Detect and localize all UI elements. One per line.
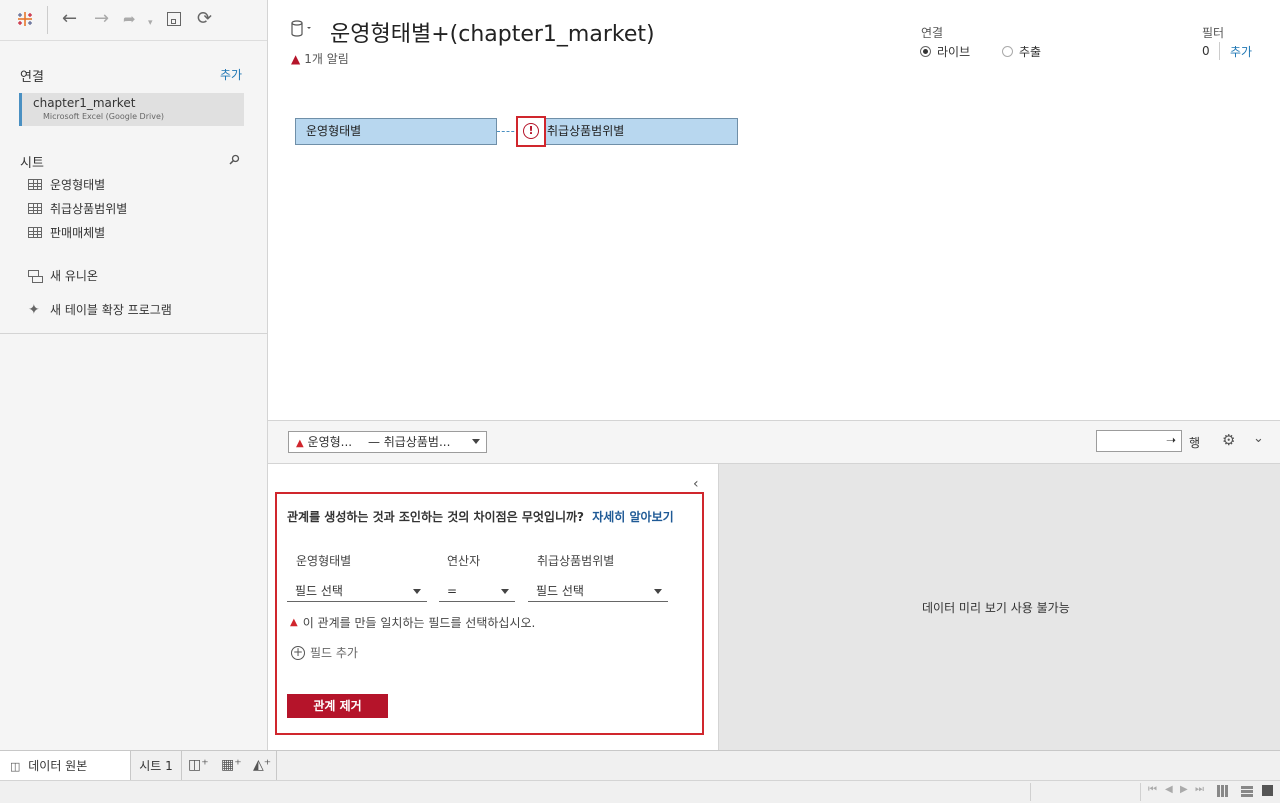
- right-field-header: 취급상품범위별: [537, 554, 615, 568]
- bottom-tab-bar: ◫ 데이터 원본 시트 1 ◫⁺ ▦⁺ ◭⁺: [0, 750, 1280, 781]
- warning-triangle-icon: ▲: [296, 438, 304, 449]
- validation-warning: ▲ 이 관계를 만들 일치하는 필드를 선택하십시오.: [290, 616, 536, 630]
- new-story-icon[interactable]: ◭⁺: [253, 757, 271, 773]
- first-page-icon[interactable]: ⏮: [1148, 784, 1157, 795]
- arrow-right-icon: ➝: [1165, 433, 1176, 447]
- add-field-button[interactable]: + 필드 추가: [291, 644, 358, 661]
- refresh-icon[interactable]: ⟳: [197, 9, 212, 29]
- redirect-icon[interactable]: ➦: [123, 9, 136, 29]
- relation-warning-icon[interactable]: !: [516, 116, 546, 147]
- rows-label: 행: [1189, 436, 1201, 450]
- table-right[interactable]: 취급상품범위별: [537, 118, 738, 145]
- connection-type-label: 연결: [921, 26, 944, 40]
- warning-triangle-icon: ▲: [290, 617, 298, 628]
- new-union-item[interactable]: 새 유니온: [28, 267, 98, 284]
- sidebar: ← → ➦ ▾ ⟳ 연결 추가 chapter1_market Microsof…: [0, 0, 268, 750]
- last-page-icon[interactable]: ⏭: [1195, 784, 1204, 795]
- chevron-down-icon: [413, 589, 421, 594]
- data-preview-panel: 데이터 미리 보기 사용 불가능: [719, 464, 1280, 750]
- collapse-panel-icon[interactable]: ‹: [693, 476, 699, 492]
- rows-input[interactable]: ➝: [1096, 430, 1182, 452]
- new-dashboard-icon[interactable]: ▦⁺: [221, 757, 242, 773]
- left-field-select[interactable]: 필드 선택: [287, 580, 427, 602]
- save-icon[interactable]: [167, 12, 181, 26]
- table-icon: [28, 179, 42, 190]
- radio-selected-icon: [920, 46, 931, 57]
- relation-editor: 관계를 생성하는 것과 조인하는 것의 차이점은 무엇입니까? 자세히 알아보기…: [275, 492, 704, 735]
- help-row: 관계를 생성하는 것과 조인하는 것의 차이점은 무엇입니까? 자세히 알아보기: [287, 510, 674, 524]
- prev-page-icon[interactable]: ◀: [1165, 784, 1173, 795]
- back-arrow-icon[interactable]: ←: [62, 9, 77, 29]
- alert-row[interactable]: ▲ 1개 알림: [291, 50, 349, 67]
- tableau-logo[interactable]: [16, 10, 34, 28]
- sheet-item-3[interactable]: 판매매체별: [28, 224, 105, 241]
- table-icon: [28, 227, 42, 238]
- new-extension-item[interactable]: ✦ 새 테이블 확장 프로그램: [28, 301, 172, 318]
- relation-toolbar: ▲ 운영형... — 취급상품범... ➝ 행 ⚙ ⌄: [268, 421, 1280, 464]
- connection-source: Microsoft Excel (Google Drive): [43, 112, 165, 121]
- datasource-icon[interactable]: [290, 20, 314, 41]
- remove-relation-button[interactable]: 관계 제거: [287, 694, 388, 718]
- connections-label: 연결: [20, 70, 44, 85]
- live-radio[interactable]: 라이브: [920, 43, 970, 60]
- chevron-down-icon[interactable]: ⌄: [1253, 431, 1264, 446]
- union-icon: [28, 269, 43, 283]
- chevron-down-icon: [654, 589, 662, 594]
- chevron-down-icon: [472, 439, 480, 444]
- search-icon[interactable]: [229, 154, 240, 165]
- right-field-select[interactable]: 필드 선택: [528, 580, 668, 602]
- tab-sheet1[interactable]: 시트 1: [131, 751, 182, 781]
- alert-icon: ▲: [291, 51, 301, 66]
- table-icon: [28, 203, 42, 214]
- puzzle-icon: ✦: [28, 301, 40, 318]
- preview-unavailable-text: 데이터 미리 보기 사용 불가능: [922, 601, 1070, 615]
- status-bar: ⏮ ◀ ▶ ⏭: [0, 780, 1280, 803]
- sheet-item-1[interactable]: 운영형태별: [28, 176, 105, 193]
- new-sheet-icon[interactable]: ◫⁺: [188, 757, 209, 773]
- grid-view-icon[interactable]: [1217, 785, 1229, 797]
- gear-icon[interactable]: ⚙: [1222, 431, 1235, 449]
- filter-add-link[interactable]: 추가: [1230, 43, 1252, 60]
- add-connection-link[interactable]: 추가: [220, 66, 242, 83]
- relation-selector[interactable]: ▲ 운영형... — 취급상품범...: [288, 431, 487, 453]
- next-page-icon[interactable]: ▶: [1180, 784, 1188, 795]
- forward-arrow-icon[interactable]: →: [94, 9, 109, 29]
- filter-label: 필터: [1202, 26, 1225, 40]
- connection-card[interactable]: chapter1_market Microsoft Excel (Google …: [19, 93, 244, 126]
- filter-count: 0: [1202, 44, 1210, 58]
- chevron-down-icon: [501, 589, 509, 594]
- connection-name: chapter1_market: [33, 96, 136, 110]
- left-field-header: 운영형태별: [296, 554, 352, 568]
- operator-header: 연산자: [447, 554, 481, 568]
- datasource-icon: ◫: [10, 760, 21, 773]
- fit-view-icon[interactable]: [1262, 785, 1273, 796]
- sheet-item-2[interactable]: 취급상품범위별: [28, 200, 127, 217]
- plus-circle-icon: +: [291, 644, 305, 660]
- radio-empty-icon: [1002, 46, 1013, 57]
- extract-radio[interactable]: 추출: [1002, 43, 1041, 60]
- learn-more-link[interactable]: 자세히 알아보기: [592, 510, 673, 524]
- tab-data-source[interactable]: ◫ 데이터 원본: [0, 751, 131, 781]
- page-title[interactable]: 운영형태별+(chapter1_market): [330, 16, 655, 48]
- sheets-label: 시트: [20, 156, 44, 171]
- list-view-icon[interactable]: [1241, 785, 1253, 797]
- operator-select[interactable]: =: [439, 580, 515, 602]
- table-left[interactable]: 운영형태별: [295, 118, 497, 145]
- dropdown-caret-icon[interactable]: ▾: [148, 13, 153, 33]
